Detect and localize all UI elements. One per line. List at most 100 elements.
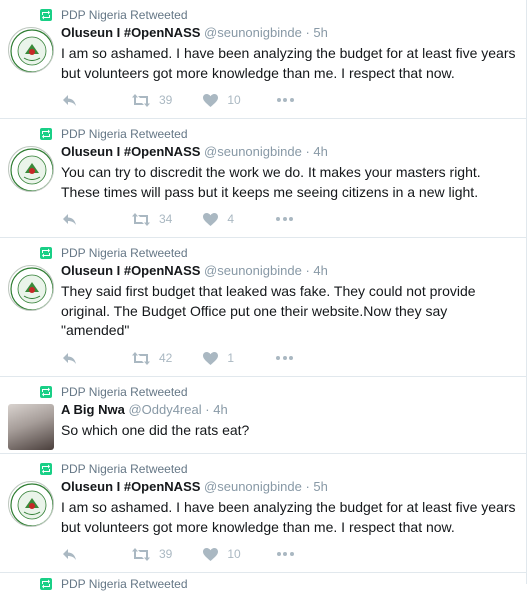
retweet-icon [132,93,150,107]
retweet-count: 39 [159,93,173,107]
reply-button[interactable] [62,94,77,107]
retweet-badge-icon [40,9,52,21]
tweet-header: A Big Nwa @Oddy4real · 4h [61,402,518,418]
tweet-item[interactable]: PDP Nigeria Retweeted A Big Nwa @Oddy4re… [0,377,526,454]
tweet-text: So which one did the rats eat? [61,422,250,438]
tweet-actions: 42 1 [62,350,294,366]
retweet-icon [132,212,150,226]
retweet-context: PDP Nigeria Retweeted [40,384,188,400]
more-dots-icon [276,98,281,102]
like-count: 1 [227,351,235,365]
tweet-actions: 39 10 [62,92,294,108]
tweet-timestamp[interactable]: 5h [313,25,327,40]
tweet-timestamp[interactable]: 4h [313,144,327,159]
like-count: 4 [227,212,235,226]
retweet-badge-icon [40,247,52,259]
author-handle[interactable]: @seunonigbinde [204,144,302,159]
tweet-text: I am so ashamed. I have been analyzing t… [61,45,516,81]
reply-button[interactable] [62,548,77,561]
timeline: PDP Nigeria Retweeted Oluseun I #OpenNAS… [0,0,527,591]
tweet-item[interactable]: PDP Nigeria Retweeted Oluseun I #OpenNAS… [0,119,526,238]
more-dots-icon [276,356,281,360]
retweet-button[interactable]: 39 [132,93,172,107]
retweet-context: PDP Nigeria Retweeted [40,245,188,261]
tweet-actions: 39 10 [62,546,294,562]
retweet-context-label[interactable]: PDP Nigeria Retweeted [61,577,188,591]
avatar[interactable] [8,27,54,73]
author-name[interactable]: A Big Nwa [61,402,125,417]
like-count: 10 [227,93,241,107]
tweet-timestamp[interactable]: 5h [313,479,327,494]
retweet-badge-icon [40,386,52,398]
tweet-item-partial[interactable]: PDP Nigeria Retweeted [0,573,526,591]
retweet-context-label[interactable]: PDP Nigeria Retweeted [61,246,188,260]
tweet-text: You can try to discredit the work we do.… [61,164,481,200]
like-button[interactable]: 10 [203,93,241,107]
retweet-button[interactable]: 42 [132,351,172,365]
author-handle[interactable]: @seunonigbinde [204,479,302,494]
more-dots-icon [276,217,281,221]
author-handle[interactable]: @seunonigbinde [204,263,302,278]
more-options-button[interactable] [276,552,294,556]
more-options-button[interactable] [276,217,294,221]
avatar[interactable] [8,404,54,450]
more-dot [283,552,288,556]
retweet-button[interactable]: 39 [132,547,172,561]
retweet-context-label[interactable]: PDP Nigeria Retweeted [61,385,188,399]
seal-icon [10,267,53,310]
more-dot [282,356,287,360]
like-heart-icon [203,93,219,107]
reply-icon [63,213,76,225]
more-dot [289,98,294,102]
tweet-item[interactable]: PDP Nigeria Retweeted Oluseun I #OpenNAS… [0,238,526,377]
seal-icon [10,29,53,72]
reply-icon [63,548,76,560]
avatar[interactable] [8,265,54,311]
tweet-actions: 34 4 [62,211,294,227]
tweet-header: Oluseun I #OpenNASS @seunonigbinde · 4h [61,263,518,279]
more-options-button[interactable] [276,98,294,102]
retweet-context-label[interactable]: PDP Nigeria Retweeted [61,8,188,22]
retweet-badge-icon [40,128,52,140]
avatar[interactable] [8,481,54,527]
like-count: 10 [227,547,241,561]
tweet-item[interactable]: PDP Nigeria Retweeted Oluseun I #OpenNAS… [0,0,526,119]
reply-icon [63,94,76,106]
tweet-header: Oluseun I #OpenNASS @seunonigbinde · 4h [61,144,518,160]
author-name[interactable]: Oluseun I #OpenNASS [61,479,200,494]
more-dots-icon [276,552,281,556]
author-name[interactable]: Oluseun I #OpenNASS [61,25,200,40]
avatar[interactable] [8,146,54,192]
like-heart-icon [203,351,219,365]
reply-button[interactable] [62,352,77,365]
seal-icon [10,148,53,191]
author-handle[interactable]: @Oddy4real [128,402,201,417]
retweet-context: PDP Nigeria Retweeted [40,7,188,23]
retweet-context-label[interactable]: PDP Nigeria Retweeted [61,127,188,141]
tweet-timestamp[interactable]: 4h [213,402,227,417]
like-button[interactable]: 4 [203,212,234,226]
retweet-context: PDP Nigeria Retweeted [40,576,188,592]
separator-dot: · [305,263,310,278]
like-button[interactable]: 1 [203,351,234,365]
more-options-button[interactable] [276,356,294,360]
retweet-badge-icon [40,578,52,590]
retweet-context-label[interactable]: PDP Nigeria Retweeted [61,462,188,476]
tweet-header: Oluseun I #OpenNASS @seunonigbinde · 5h [61,25,518,41]
separator-dot: · [205,402,210,417]
author-handle[interactable]: @seunonigbinde [204,25,302,40]
author-name[interactable]: Oluseun I #OpenNASS [61,263,200,278]
like-button[interactable]: 10 [203,547,241,561]
more-dot [289,552,294,556]
author-name[interactable]: Oluseun I #OpenNASS [61,144,200,159]
tweet-timestamp[interactable]: 4h [313,263,327,278]
more-dot [289,217,294,221]
retweet-button[interactable]: 34 [132,212,172,226]
retweet-count: 39 [159,547,173,561]
retweet-context: PDP Nigeria Retweeted [40,126,188,142]
more-dot [283,98,288,102]
retweet-count: 34 [159,212,173,226]
tweet-item[interactable]: PDP Nigeria Retweeted Oluseun I #OpenNAS… [0,454,526,573]
reply-button[interactable] [62,213,77,226]
more-dot [282,217,287,221]
